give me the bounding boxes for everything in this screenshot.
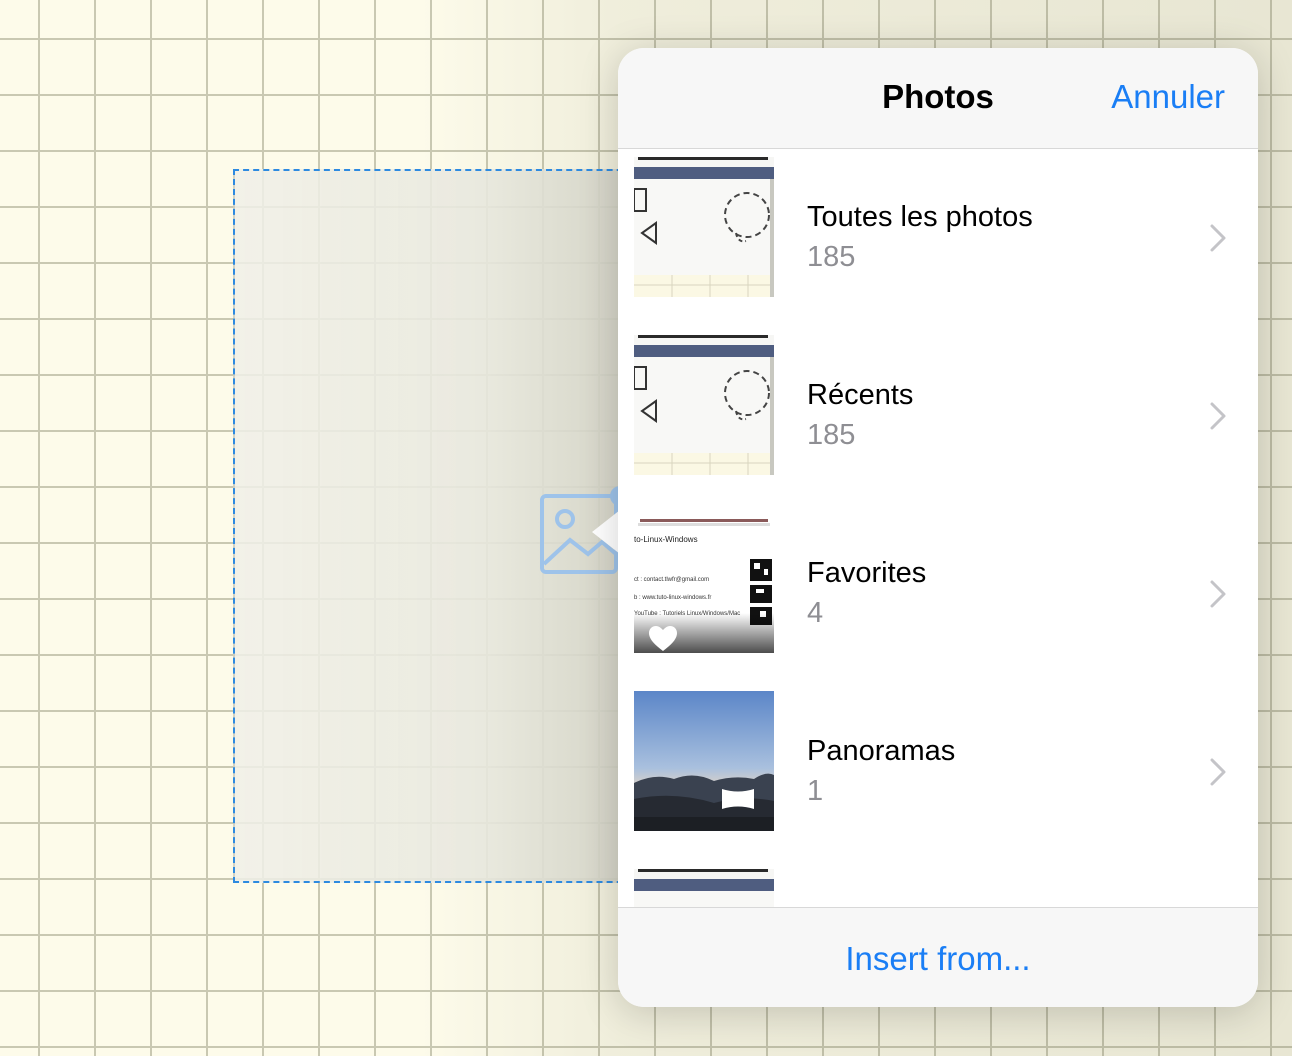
chevron-right-icon bbox=[1210, 758, 1226, 786]
thumbnail-caption: YouTube : Tutoriels Linux/Windows/Mac bbox=[634, 611, 741, 617]
album-title: Panoramas bbox=[807, 735, 956, 767]
album-row-recents[interactable]: Récents 185 bbox=[618, 327, 1258, 505]
album-count: 4 bbox=[807, 597, 824, 629]
chevron-right-icon bbox=[1210, 224, 1226, 252]
photos-popover: Photos Annuler Toutes les photos 185 Réc… bbox=[618, 48, 1258, 1007]
album-thumbnail bbox=[634, 869, 774, 907]
album-count: 1 bbox=[807, 775, 824, 807]
heart-icon bbox=[649, 626, 677, 651]
album-row-all-photos[interactable]: Toutes les photos 185 bbox=[618, 149, 1258, 327]
album-row-partial[interactable] bbox=[618, 861, 1258, 907]
album-count: 185 bbox=[807, 241, 856, 273]
album-thumbnail: to-Linux-Windows ct : contact.tlwfr@gmai… bbox=[634, 513, 774, 653]
album-thumbnail bbox=[634, 157, 774, 297]
cancel-button[interactable]: Annuler bbox=[1111, 78, 1225, 116]
popover-footer: Insert from... bbox=[618, 907, 1258, 1007]
popover-header: Photos Annuler bbox=[618, 48, 1258, 149]
album-list[interactable]: Toutes les photos 185 Récents 185 to-Lin… bbox=[618, 149, 1258, 907]
chevron-right-icon bbox=[1210, 580, 1226, 608]
album-count: 185 bbox=[807, 419, 856, 451]
thumbnail-caption: to-Linux-Windows bbox=[634, 535, 698, 544]
popover-arrow bbox=[592, 510, 620, 554]
album-title: Favorites bbox=[807, 557, 927, 589]
insert-from-button[interactable]: Insert from... bbox=[618, 940, 1258, 978]
album-row-panoramas[interactable]: Panoramas 1 bbox=[618, 683, 1258, 861]
album-title: Récents bbox=[807, 379, 914, 411]
thumbnail-caption: ct : contact.tlwfr@gmail.com bbox=[634, 577, 710, 583]
chevron-right-icon bbox=[1210, 402, 1226, 430]
album-thumbnail bbox=[634, 335, 774, 475]
album-row-favorites[interactable]: to-Linux-Windows ct : contact.tlwfr@gmai… bbox=[618, 505, 1258, 683]
album-title: Toutes les photos bbox=[807, 201, 1033, 233]
panorama-icon bbox=[722, 789, 754, 809]
thumbnail-caption: b : www.tuto-linux-windows.fr bbox=[634, 595, 712, 601]
album-thumbnail bbox=[634, 691, 774, 831]
